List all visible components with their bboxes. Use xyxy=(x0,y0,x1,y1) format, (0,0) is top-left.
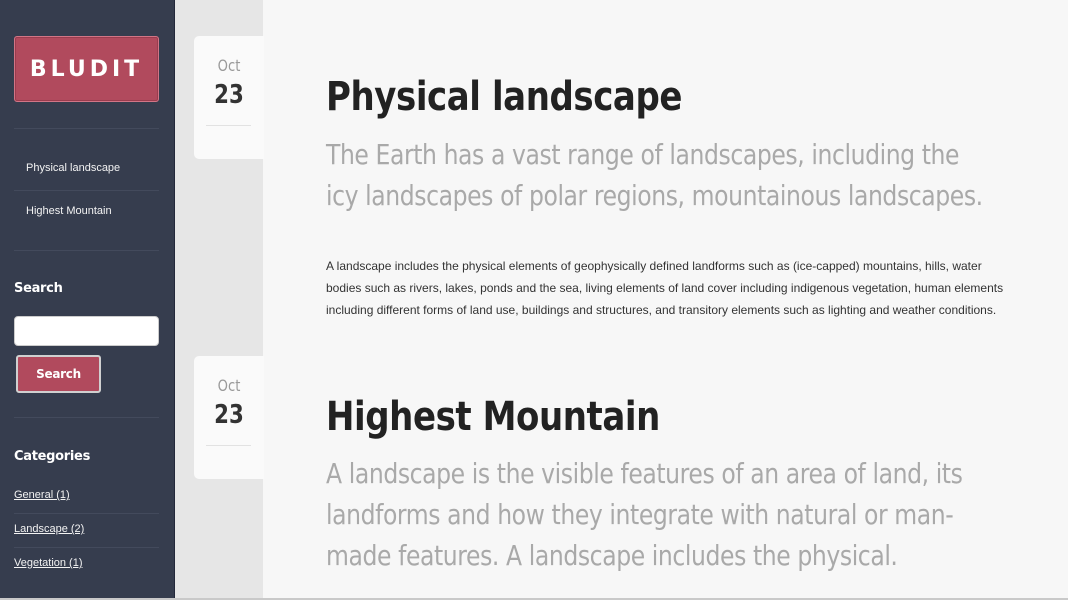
search-heading: Search xyxy=(14,281,63,296)
category-separator xyxy=(14,547,159,548)
date-divider xyxy=(206,125,251,126)
sidebar-divider xyxy=(14,250,159,251)
post-date-card: Oct 23 xyxy=(194,356,264,479)
date-divider xyxy=(206,445,251,446)
sidebar-separator xyxy=(14,190,159,191)
category-link[interactable]: Vegetation (1) xyxy=(14,557,83,569)
post-description: The Earth has a vast range of landscapes… xyxy=(326,138,983,212)
site-logo[interactable]: BLUDIT xyxy=(14,36,159,102)
post-body: A landscape includes the physical elemen… xyxy=(326,259,1004,317)
post-date-month: Oct xyxy=(217,56,241,75)
main-content: Physical landscape The Earth has a vast … xyxy=(263,0,1068,600)
post-date-month: Oct xyxy=(217,376,241,395)
search-input[interactable] xyxy=(14,316,159,346)
search-button[interactable]: Search xyxy=(16,355,101,393)
sidebar-divider xyxy=(14,417,159,418)
categories-heading: Categories xyxy=(14,449,91,464)
sidebar-page-link[interactable]: Physical landscape xyxy=(26,162,120,174)
category-separator xyxy=(14,513,159,514)
post-title[interactable]: Physical landscape xyxy=(326,74,682,120)
post-title[interactable]: Highest Mountain xyxy=(326,394,660,440)
post-date-card: Oct 23 xyxy=(194,36,264,159)
category-link[interactable]: Landscape (2) xyxy=(14,523,84,535)
sidebar-page-link[interactable]: Highest Mountain xyxy=(26,205,112,217)
category-link[interactable]: General (1) xyxy=(14,489,70,501)
sidebar-divider xyxy=(14,128,159,129)
post-date-day: 23 xyxy=(214,80,244,110)
sidebar: BLUDIT Physical landscape Highest Mounta… xyxy=(0,0,175,600)
post-description: A landscape is the visible features of a… xyxy=(326,457,963,572)
post-date-day: 23 xyxy=(214,400,244,430)
